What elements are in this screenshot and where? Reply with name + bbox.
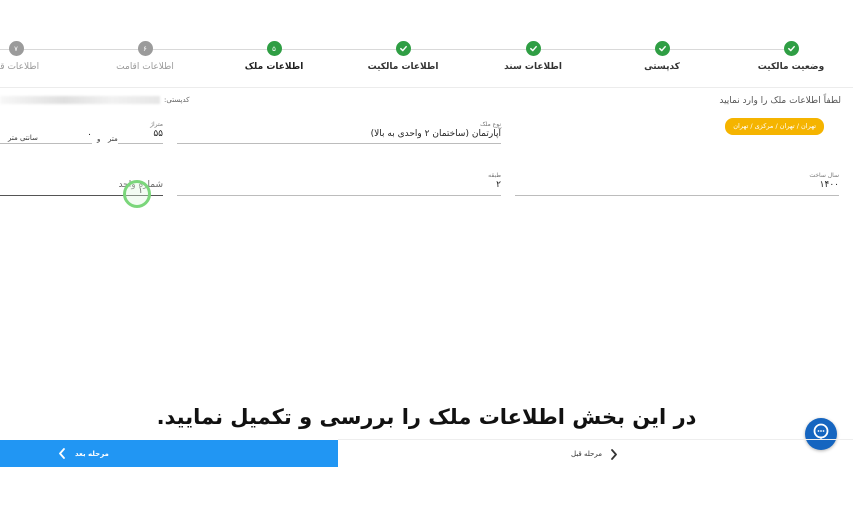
chat-bubble-icon (811, 422, 831, 446)
previous-step-button[interactable]: مرحله قبل (571, 446, 618, 462)
step-property-info[interactable]: ۵ اطلاعات ملک (209, 41, 339, 72)
next-step-button[interactable]: مرحله بعد (0, 440, 338, 467)
progress-stepper: وضعیت مالکیت کدپستی اطلاعات سند اطلاعات … (0, 0, 853, 88)
step-number: ۶ (137, 41, 153, 56)
build-year-label: سال ساخت (809, 172, 839, 179)
field-underline (0, 143, 92, 144)
centimeter-value: ۰ (87, 130, 92, 140)
click-indicator (123, 180, 151, 208)
postal-code-label: کدپستی: (164, 96, 190, 104)
step-label: اطلاعات اقامت (116, 62, 174, 72)
floor-field[interactable]: طبقه ۲ (177, 172, 501, 196)
step-label: اطلاعات ملک (244, 62, 304, 72)
step-label: اطلاعات سند (504, 62, 562, 72)
field-underline (515, 195, 839, 196)
check-icon (783, 41, 799, 56)
step-label: اطلاعات مالکیت (367, 62, 439, 72)
step-ownership-info[interactable]: اطلاعات مالکیت (338, 41, 468, 72)
next-step-label: مرحله بعد (75, 449, 109, 458)
step-label: کدپستی (644, 62, 680, 72)
step-label: وضعیت مالکیت (757, 62, 825, 72)
check-icon (654, 41, 670, 56)
field-underline (177, 195, 501, 196)
chevron-left-icon (58, 444, 66, 463)
header-divider (0, 87, 853, 88)
tutorial-caption: در این بخش اطلاعات ملک را بررسی و تکمیل … (156, 405, 697, 429)
check-icon (395, 41, 411, 56)
step-label: اطلاعات قبو (0, 62, 40, 72)
postal-code-value-blurred (0, 96, 160, 104)
floor-label: طبقه (488, 172, 501, 179)
form-hint: لطفاً اطلاعات ملک را وارد نمایید (719, 96, 841, 106)
step-ownership-status[interactable]: وضعیت مالکیت (726, 41, 853, 72)
build-year-field[interactable]: سال ساخت ۱۴۰۰ (515, 172, 839, 196)
area-label: متراژ (150, 121, 163, 128)
field-underline (177, 143, 501, 144)
meter-unit: متر (108, 135, 118, 143)
property-type-field[interactable]: نوع ملک آپارتمان (ساختمان ۲ واحدی به بال… (177, 121, 501, 144)
step-number: ۵ (266, 41, 282, 56)
and-text: و (97, 135, 101, 143)
step-residence-info[interactable]: ۶ اطلاعات اقامت (80, 41, 210, 72)
field-underline (118, 143, 163, 144)
property-type-label: نوع ملک (480, 121, 501, 128)
build-year-value: ۱۴۰۰ (819, 180, 839, 190)
location-chip[interactable]: تهران / تهران / مرکزی / تهران (725, 118, 824, 135)
step-postal-code[interactable]: کدپستی (597, 41, 727, 72)
chevron-right-icon (610, 445, 618, 464)
centimeter-unit: سانتی متر (8, 134, 38, 142)
area-value: ۵۵ (153, 129, 163, 139)
area-meter-input[interactable]: متراژ ۵۵ (118, 121, 163, 144)
previous-step-label: مرحله قبل (571, 450, 602, 458)
floor-value: ۲ (496, 180, 501, 190)
step-number: ۷ (8, 41, 24, 56)
step-acceptance-info[interactable]: ۷ اطلاعات قبو (0, 41, 81, 72)
check-icon (525, 41, 541, 56)
property-type-value: آپارتمان (ساختمان ۲ واحدی به بالا) (370, 129, 501, 139)
chat-button[interactable] (805, 418, 837, 450)
footer-divider (338, 439, 853, 440)
step-deed-info[interactable]: اطلاعات سند (468, 41, 598, 72)
